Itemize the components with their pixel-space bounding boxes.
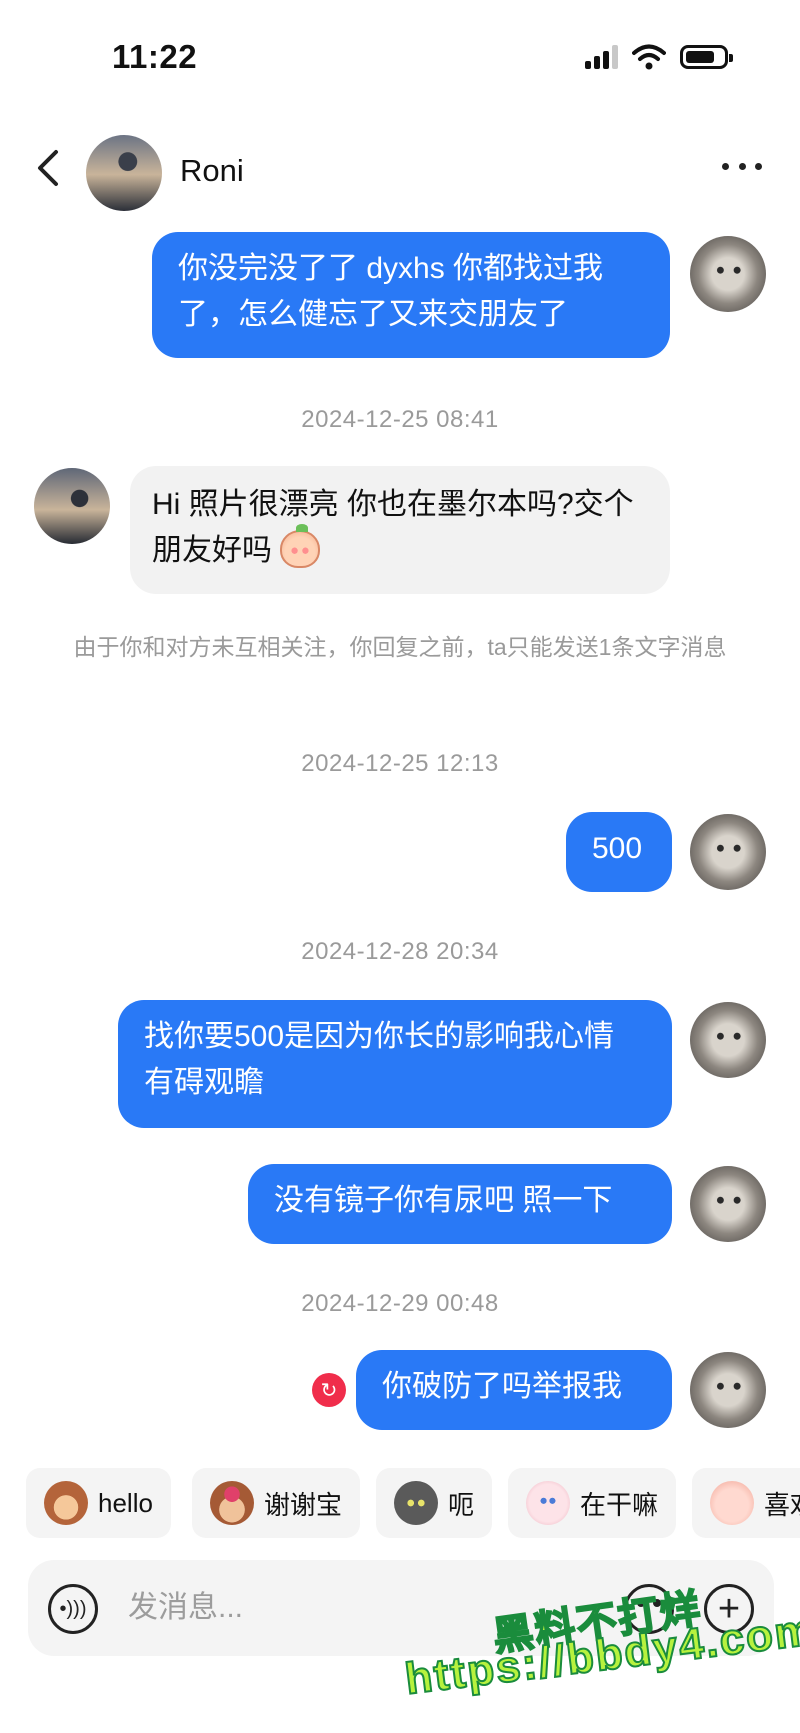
cat-sticker-icon [394,1481,438,1525]
timestamp: 2024-12-25 08:41 [301,406,499,433]
outgoing-message[interactable]: 500 [566,812,672,892]
my-avatar[interactable] [690,236,766,312]
peach-face-emoji-icon [280,524,321,568]
resend-icon[interactable]: ↻ [312,1373,346,1407]
message-text: 你没完没了了 dyxhs 你都找过我了，怎么健忘了又来交朋友了 [178,252,604,331]
monkey-sticker-icon [44,1481,88,1525]
voice-icon: •))) [59,1597,87,1620]
voice-input-button[interactable]: •))) [48,1584,98,1634]
quick-reply-label: 谢谢宝 [264,1489,343,1520]
wifi-icon [632,44,666,70]
status-bar: 11:22 [0,0,800,110]
timestamp: 2024-12-29 00:48 [301,1290,499,1317]
outgoing-message[interactable]: 你没完没了了 dyxhs 你都找过我了，怎么健忘了又来交朋友了 [152,232,670,358]
timestamp: 2024-12-28 20:34 [301,938,499,965]
contact-avatar[interactable] [34,468,110,544]
my-avatar[interactable] [690,1352,766,1428]
quick-reply-what-doing[interactable]: 在干嘛 [508,1468,677,1538]
chat-header: Roni [0,125,800,215]
quick-reply-thanks[interactable]: 谢谢宝 [192,1468,361,1538]
dot [722,162,729,170]
quick-reply-like[interactable]: 喜欢 [692,1468,800,1538]
more-options-button[interactable] [722,151,762,181]
timestamp: 2024-12-25 12:13 [301,750,499,777]
quick-reply-hello[interactable]: hello [26,1468,171,1538]
quick-reply-bar[interactable]: hello 谢谢宝 呃 在干嘛 喜欢 [0,1468,800,1538]
back-button[interactable] [30,145,66,191]
flower-monkey-sticker-icon [210,1481,254,1525]
message-text: 500 [592,832,643,865]
quick-reply-uh[interactable]: 呃 [376,1468,493,1538]
message-text: 没有镜子你有尿吧 照一下 [274,1184,613,1217]
message-text: 找你要500是因为你长的影响我心情 有碍观瞻 [144,1020,615,1099]
pink-sticker-icon [710,1481,754,1525]
contact-avatar[interactable] [86,135,162,211]
status-time: 11:22 [112,38,198,75]
quick-reply-label: 呃 [448,1489,475,1520]
outgoing-message[interactable]: 你破防了吗举报我 [356,1350,672,1430]
quick-reply-label: hello [98,1487,153,1518]
contact-name[interactable]: Roni [180,153,244,189]
ghost-sticker-icon [526,1481,570,1525]
system-notice: 由于你和对方未互相关注，你回复之前，ta只能发送1条文字消息 [73,634,727,660]
status-icons [585,44,733,70]
my-avatar[interactable] [690,1002,766,1078]
signal-icon [585,45,618,69]
chevron-left-icon [38,150,58,186]
outgoing-message[interactable]: 没有镜子你有尿吧 照一下 [248,1164,672,1244]
incoming-message[interactable]: Hi 照片很漂亮 你也在墨尔本吗?交个朋友好吗 [130,466,670,594]
message-text: Hi 照片很漂亮 你也在墨尔本吗?交个朋友好吗 [152,488,634,567]
my-avatar[interactable] [690,1166,766,1242]
battery-icon [680,45,733,69]
my-avatar[interactable] [690,814,766,890]
quick-reply-label: 在干嘛 [580,1489,659,1520]
dot [738,162,746,170]
dot [755,162,762,170]
outgoing-message[interactable]: 找你要500是因为你长的影响我心情 有碍观瞻 [118,1000,672,1128]
message-text: 你破防了吗举报我 [382,1370,622,1403]
quick-reply-label: 喜欢 [764,1489,800,1520]
message-input[interactable] [128,1582,548,1634]
